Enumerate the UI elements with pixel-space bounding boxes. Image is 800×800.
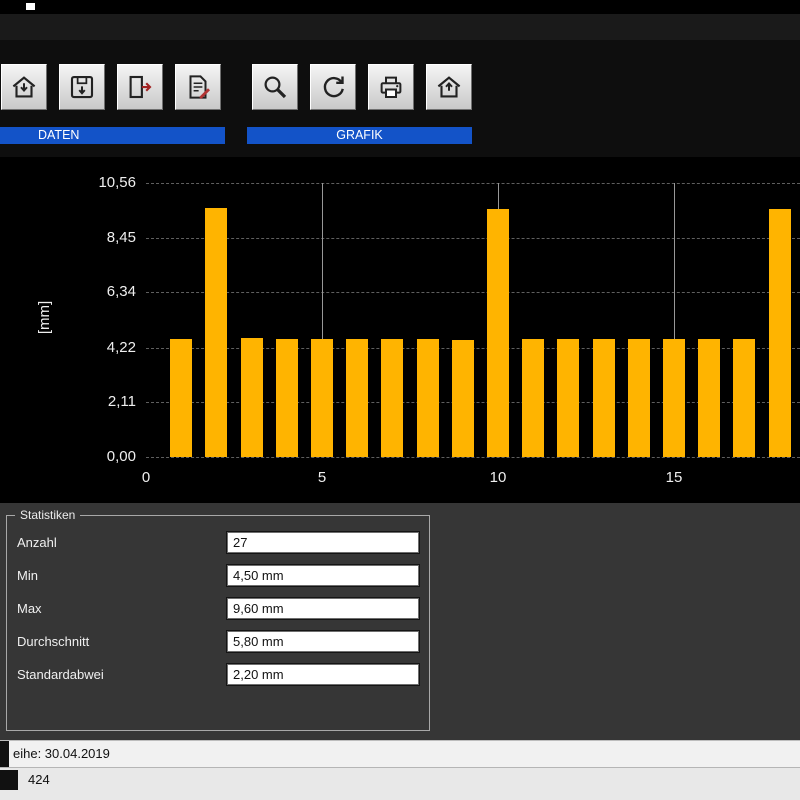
status-block-icon bbox=[0, 741, 9, 767]
y-tick-label: 10,56 bbox=[70, 174, 136, 191]
stat-label: Anzahl bbox=[17, 535, 227, 550]
refresh-button[interactable] bbox=[310, 64, 356, 110]
stat-label: Min bbox=[17, 568, 227, 583]
stat-input-durchschnitt[interactable] bbox=[227, 631, 419, 652]
window-mark bbox=[26, 3, 35, 10]
chart-bar bbox=[522, 339, 544, 457]
stat-label: Max bbox=[17, 601, 227, 616]
x-tick-label: 5 bbox=[307, 469, 337, 486]
y-tick-label: 4,22 bbox=[70, 339, 136, 356]
stat-input-standardabwei[interactable] bbox=[227, 664, 419, 685]
chart-bar bbox=[276, 339, 298, 457]
chart-bar bbox=[170, 339, 192, 457]
y-tick-label: 2,11 bbox=[70, 393, 136, 410]
y-tick-label: 0,00 bbox=[70, 448, 136, 465]
home-import-icon bbox=[9, 72, 39, 102]
statistics-fields: Anzahl Min Max Durchschnitt Standardabwei bbox=[17, 532, 419, 697]
chart-bar bbox=[733, 339, 755, 457]
save-export-icon bbox=[67, 72, 97, 102]
stat-row: Standardabwei bbox=[17, 664, 419, 685]
stat-label: Durchschnitt bbox=[17, 634, 227, 649]
save-export-button[interactable] bbox=[59, 64, 105, 110]
groupbox-title: Statistiken bbox=[15, 508, 80, 522]
x-tick-label: 10 bbox=[483, 469, 513, 486]
home-import-button[interactable] bbox=[1, 64, 47, 110]
report-icon bbox=[183, 72, 213, 102]
stat-row: Durchschnitt bbox=[17, 631, 419, 652]
stat-input-anzahl[interactable] bbox=[227, 532, 419, 553]
stat-input-max[interactable] bbox=[227, 598, 419, 619]
chart-bar bbox=[346, 339, 368, 457]
stat-row: Anzahl bbox=[17, 532, 419, 553]
chart-bar bbox=[417, 339, 439, 457]
status-text: eihe: 30.04.2019 bbox=[13, 746, 110, 761]
y-tick-label: 8,45 bbox=[70, 229, 136, 246]
home-view-button[interactable] bbox=[426, 64, 472, 110]
status-text-2: 424 bbox=[28, 772, 50, 787]
gridline-h bbox=[146, 457, 800, 458]
x-tick-label: 15 bbox=[659, 469, 689, 486]
bottom-panel: Statistiken Anzahl Min Max Durchschnitt Stan… bbox=[0, 503, 800, 740]
top-strip bbox=[0, 0, 800, 14]
chart-bar bbox=[205, 208, 227, 457]
chart-bar bbox=[698, 339, 720, 457]
title-bar bbox=[0, 14, 800, 40]
y-axis-label: [mm] bbox=[36, 301, 53, 334]
gridline-h bbox=[146, 238, 800, 239]
group-label-grafik: GRAFIK bbox=[247, 127, 472, 144]
zoom-button[interactable] bbox=[252, 64, 298, 110]
stat-row: Min bbox=[17, 565, 419, 586]
statistics-groupbox: Statistiken AnzahlMinMaxDurchschnittStan… bbox=[6, 515, 430, 731]
gridline-h bbox=[146, 292, 800, 293]
zoom-icon bbox=[260, 72, 290, 102]
chart-bar bbox=[628, 339, 650, 457]
chart-bar bbox=[487, 209, 509, 457]
refresh-icon bbox=[318, 72, 348, 102]
chart-bar bbox=[593, 339, 615, 457]
chart-bar bbox=[452, 340, 474, 457]
chart-bar bbox=[241, 338, 263, 457]
home-view-icon bbox=[434, 72, 464, 102]
stat-input-min[interactable] bbox=[227, 565, 419, 586]
exit-button[interactable] bbox=[117, 64, 163, 110]
toolbar: DATEN GRAFIK bbox=[0, 40, 800, 157]
report-button[interactable] bbox=[175, 64, 221, 110]
status-bar-2: 424 bbox=[0, 767, 800, 800]
app-window: DATEN GRAFIK [mm] 0,00 2,11 4,22 6,34 8,45 10… bbox=[0, 0, 800, 800]
chart-bar bbox=[769, 209, 791, 457]
x-tick-label: 0 bbox=[131, 469, 161, 486]
print-icon bbox=[376, 72, 406, 102]
group-label-daten: DATEN bbox=[0, 127, 225, 144]
gridline-h bbox=[146, 183, 800, 184]
exit-icon bbox=[125, 72, 155, 102]
stat-label: Standardabwei bbox=[17, 667, 227, 682]
chart-bar bbox=[381, 339, 403, 457]
bar-chart: [mm] 0,00 2,11 4,22 6,34 8,45 10,56 0 5 10 15 bbox=[0, 157, 800, 503]
status-bar: eihe: 30.04.2019 bbox=[0, 740, 800, 767]
stat-row: Max bbox=[17, 598, 419, 619]
status-block-icon-2 bbox=[0, 770, 18, 790]
y-tick-label: 6,34 bbox=[70, 283, 136, 300]
print-button[interactable] bbox=[368, 64, 414, 110]
chart-bar bbox=[557, 339, 579, 457]
chart-bar bbox=[663, 339, 685, 457]
chart-bar bbox=[311, 339, 333, 457]
